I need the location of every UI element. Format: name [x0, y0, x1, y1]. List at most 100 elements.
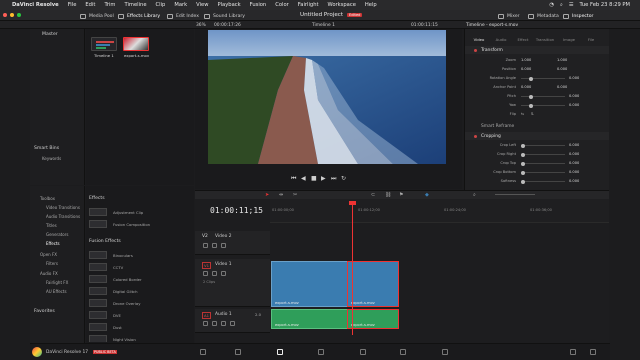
- play-button[interactable]: ▶: [321, 175, 326, 182]
- solo-icon[interactable]: [221, 321, 226, 326]
- menu-fairlight[interactable]: Fairlight: [298, 2, 319, 8]
- track-visibility-icon[interactable]: [221, 243, 226, 248]
- yaw-slider[interactable]: [521, 105, 565, 106]
- inspector-button[interactable]: Inspector: [563, 12, 593, 20]
- zoom-timeline-icon[interactable]: ⌕: [473, 192, 476, 198]
- crop-bottom-knob[interactable]: [521, 170, 525, 175]
- cropping-enabled-dot[interactable]: [474, 134, 477, 138]
- crop-right-slider[interactable]: [521, 154, 565, 155]
- pitch-slider[interactable]: [521, 96, 565, 97]
- flag-icon[interactable]: ⚑: [399, 192, 403, 198]
- crop-right-knob[interactable]: [521, 152, 525, 157]
- selection-tool-icon[interactable]: ➤: [265, 192, 269, 198]
- jump-start-button[interactable]: ⏮: [291, 175, 296, 183]
- timeline-zoom-slider[interactable]: [495, 194, 535, 195]
- crop-top-knob[interactable]: [521, 161, 525, 166]
- track-header-v1[interactable]: V1 Video 1 2 Clips: [195, 259, 270, 307]
- lock-track-icon[interactable]: [203, 321, 208, 326]
- link-icon[interactable]: ⛓: [385, 192, 391, 198]
- fx-dust[interactable]: Dust: [89, 322, 184, 332]
- crop-left-slider[interactable]: [521, 145, 565, 146]
- home-icon[interactable]: [570, 349, 576, 355]
- cropping-section[interactable]: Cropping: [465, 132, 610, 140]
- media-pool-button[interactable]: Media Pool: [80, 12, 114, 20]
- anchor-y-value[interactable]: 0.000: [557, 85, 567, 89]
- track-header-a1[interactable]: A1 Audio 1 2.0: [195, 309, 270, 333]
- audio-clip[interactable]: export-s.mov: [347, 309, 399, 329]
- menu-help[interactable]: Help: [365, 2, 377, 8]
- generators-item[interactable]: Generators: [46, 232, 68, 237]
- favorites-header[interactable]: Favorites: [34, 309, 55, 314]
- menu-mark[interactable]: Mark: [174, 2, 187, 8]
- menu-app-name[interactable]: DaVinci Resolve: [12, 2, 59, 8]
- menu-view[interactable]: View: [196, 2, 208, 8]
- crop-top-value[interactable]: 0.000: [569, 161, 579, 165]
- stop-button[interactable]: ■: [311, 175, 317, 182]
- menu-file[interactable]: File: [68, 2, 77, 8]
- mute-icon[interactable]: [230, 321, 235, 326]
- effects-item[interactable]: Effects: [46, 241, 60, 246]
- video-clip[interactable]: export-s.mov: [347, 261, 399, 307]
- crop-left-value[interactable]: 0.000: [569, 143, 579, 147]
- menu-edit[interactable]: Edit: [85, 2, 95, 8]
- fx-drone-overlay[interactable]: Drone Overlay: [89, 298, 184, 308]
- menu-clip[interactable]: Clip: [156, 2, 166, 8]
- loop-button[interactable]: ↻: [341, 175, 346, 182]
- zoom-x-value[interactable]: 1.000: [521, 58, 531, 62]
- playhead[interactable]: [352, 203, 353, 335]
- edit-page-icon[interactable]: [277, 349, 283, 355]
- menu-color[interactable]: Color: [275, 2, 289, 8]
- pitch-knob[interactable]: [529, 94, 533, 99]
- fairlight-page-icon[interactable]: [400, 349, 406, 355]
- anchor-x-value[interactable]: 0.000: [521, 85, 531, 89]
- auto-select-icon[interactable]: [212, 243, 217, 248]
- play-reverse-button[interactable]: ◀: [301, 175, 306, 182]
- settings-icon[interactable]: [590, 349, 596, 355]
- metadata-button[interactable]: Metadata: [528, 12, 559, 20]
- inspector-tab-transition[interactable]: Transition: [535, 37, 555, 42]
- trim-tool-icon[interactable]: ⇹: [279, 192, 283, 198]
- crop-bottom-value[interactable]: 0.000: [569, 170, 579, 174]
- toolbox-category[interactable]: Toolbox: [40, 196, 55, 201]
- inspector-tab-effect[interactable]: Effect: [513, 37, 533, 42]
- smart-reframe-section[interactable]: Smart Reframe: [465, 122, 610, 130]
- fx-dve[interactable]: DVE: [89, 310, 184, 320]
- window-zoom-button[interactable]: [17, 13, 21, 17]
- menu-workspace[interactable]: Workspace: [328, 2, 356, 8]
- softness-slider[interactable]: [521, 181, 565, 182]
- position-x-value[interactable]: 0.000: [521, 67, 531, 71]
- filters-item[interactable]: Filters: [46, 261, 58, 266]
- timeline-selector[interactable]: Timeline 1: [312, 23, 335, 28]
- inspector-tab-audio[interactable]: Audio: [491, 37, 511, 42]
- snapping-icon[interactable]: ⊂: [371, 192, 375, 198]
- effects-library-button[interactable]: Effects Library: [118, 12, 160, 20]
- jump-end-button[interactable]: ⏭: [331, 175, 336, 183]
- menu-timeline[interactable]: Timeline: [124, 2, 146, 8]
- fx-binoculars[interactable]: Binoculars: [89, 250, 184, 260]
- rotation-slider[interactable]: [521, 78, 565, 79]
- video-preview[interactable]: [208, 30, 446, 164]
- keywords-bin[interactable]: Keywords: [42, 156, 61, 161]
- blade-tool-icon[interactable]: ✂: [293, 192, 297, 198]
- fx-cctv[interactable]: CCTV: [89, 262, 184, 272]
- marker-icon[interactable]: ◆: [425, 192, 429, 198]
- yaw-knob[interactable]: [529, 103, 533, 108]
- softness-knob[interactable]: [521, 179, 525, 184]
- inspector-tab-image[interactable]: Image: [559, 37, 579, 42]
- fx-digital-glitch[interactable]: Digital Glitch: [89, 286, 184, 296]
- wifi-icon[interactable]: ◔: [549, 2, 554, 8]
- transform-enabled-dot[interactable]: [474, 48, 477, 52]
- master-bin[interactable]: Master: [42, 32, 58, 37]
- viewer-zoom[interactable]: 36%: [196, 23, 206, 28]
- fx-night-vision[interactable]: Night Vision: [89, 334, 184, 342]
- control-center-icon[interactable]: ☰: [569, 2, 574, 8]
- crop-left-knob[interactable]: [521, 143, 525, 148]
- fx-colored-border[interactable]: Colored Border: [89, 274, 184, 284]
- rotation-knob[interactable]: [529, 76, 533, 81]
- audio-transitions-item[interactable]: Audio Transitions: [46, 214, 80, 219]
- audio-fx-category[interactable]: Audio FX: [40, 271, 58, 276]
- au-effects-item[interactable]: AU Effects: [46, 289, 67, 294]
- lock-track-icon[interactable]: [203, 271, 208, 276]
- menu-trim[interactable]: Trim: [104, 2, 115, 8]
- video-transitions-item[interactable]: Video Transitions: [46, 205, 80, 210]
